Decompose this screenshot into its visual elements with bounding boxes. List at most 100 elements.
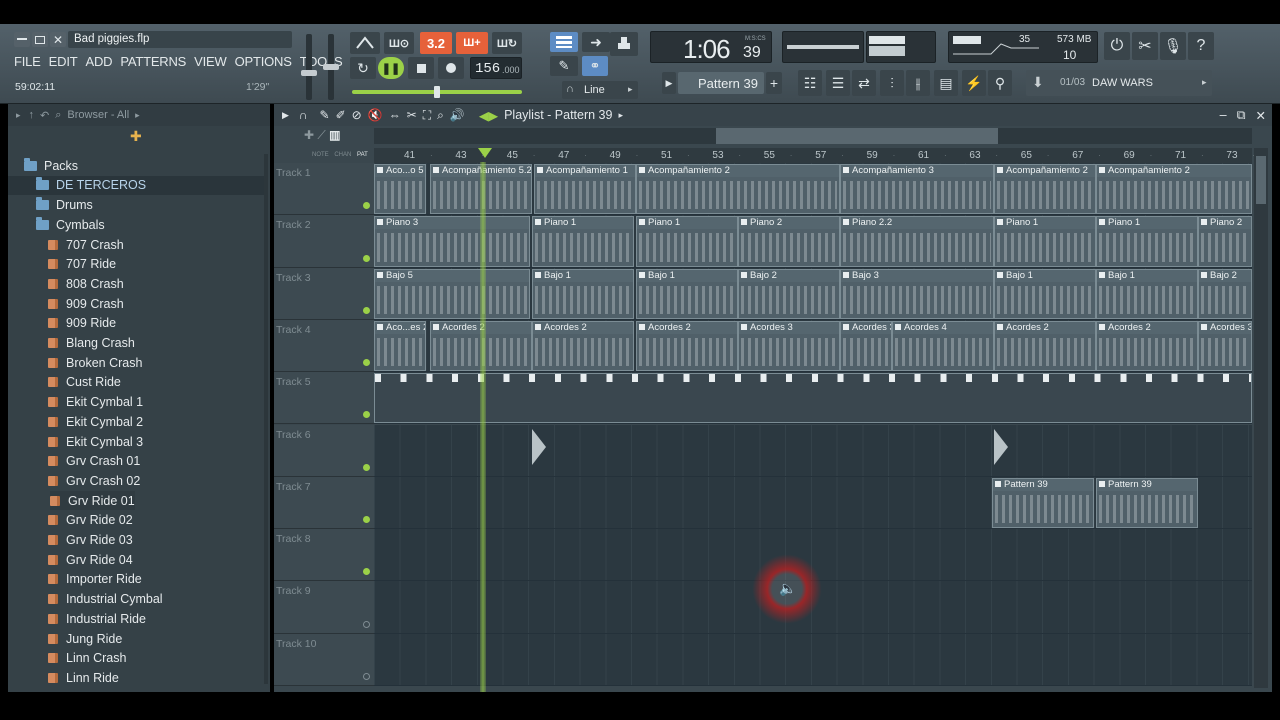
track-enable-led[interactable] xyxy=(363,516,370,524)
pattern-clip[interactable]: Bajo 2 xyxy=(738,268,840,319)
pattern-clip[interactable]: Piano 2 xyxy=(1198,216,1252,267)
delete-icon[interactable]: ⊘ xyxy=(352,108,362,122)
pattern-clip[interactable]: Acordes 2 xyxy=(532,320,634,372)
pattern-clip[interactable]: Acompañamiento 2 xyxy=(636,164,840,215)
metronome-button[interactable] xyxy=(350,32,380,54)
track-header[interactable]: Track 5 xyxy=(274,372,374,425)
tempo-display[interactable]: 156 .000 xyxy=(470,57,522,79)
blend-notes-button[interactable]: Ш+ xyxy=(456,32,488,54)
pattern-prev-button[interactable]: ▶ xyxy=(662,72,676,94)
pattern-clip[interactable]: Acompañamiento 3 xyxy=(840,164,994,215)
pattern-clip[interactable]: Bajo 3 xyxy=(840,268,994,319)
pattern-clip[interactable]: Piano 2.2 xyxy=(840,216,994,267)
link-button[interactable]: ⚭ xyxy=(582,56,608,76)
playlist-arrow-icon[interactable]: ▶ xyxy=(282,110,289,121)
track-enable-led[interactable] xyxy=(363,254,370,262)
track-enable-led[interactable] xyxy=(363,411,370,419)
track-enable-led[interactable] xyxy=(363,306,370,314)
pattern-clip[interactable]: Acordes 4 xyxy=(892,320,994,372)
equalizer-icon[interactable]: ⫲ xyxy=(906,70,930,96)
pattern-clip[interactable]: Pattern 39 xyxy=(992,477,1094,529)
help-icon[interactable]: ? xyxy=(1188,32,1214,60)
browser-file[interactable]: Industrial Ride xyxy=(48,609,146,629)
track-enable-led[interactable] xyxy=(363,463,370,471)
pattern-clip[interactable]: Aco...es 2 xyxy=(374,320,426,372)
pattern-clip[interactable]: Acordes 3 xyxy=(738,320,840,372)
slice-icon[interactable]: ✂ xyxy=(407,108,417,122)
zoom-icon[interactable]: ⌕ xyxy=(437,108,444,123)
browser-file[interactable]: Grv Crash 01 xyxy=(48,452,140,472)
browser-icon[interactable]: ▤ xyxy=(934,70,958,96)
browser-file[interactable]: Grv Ride 03 xyxy=(48,530,133,550)
browser-file[interactable]: Linn Crash xyxy=(48,649,126,669)
pattern-clip[interactable]: Bajo 1 xyxy=(636,268,738,319)
browser-file[interactable]: Linn Ride xyxy=(48,668,119,688)
browser-folder[interactable]: Drums xyxy=(36,195,93,215)
pattern-clip[interactable]: Piano 1 xyxy=(532,216,634,267)
menu-edit[interactable]: EDIT xyxy=(49,54,78,69)
microphone-icon[interactable]: 🎙 xyxy=(1160,32,1186,60)
track-header[interactable]: Track 8 xyxy=(274,529,374,582)
menu-view[interactable]: VIEW xyxy=(194,54,227,69)
menu-patterns[interactable]: PATTERNS xyxy=(120,54,186,69)
close-icon[interactable]: ✕ xyxy=(1256,108,1266,123)
browser-file[interactable]: 707 Ride xyxy=(48,255,116,275)
piano-roll-icon[interactable]: ⇄ xyxy=(852,70,876,96)
track-header[interactable]: Track 3 xyxy=(274,267,374,320)
pattern-clip[interactable]: Bajo 1 xyxy=(994,268,1096,319)
track-header[interactable]: Track 10 xyxy=(274,633,374,686)
pattern-clip[interactable]: Piano 1 xyxy=(636,216,738,267)
browser-file[interactable]: Cust Ride xyxy=(48,373,121,393)
track-enable-led[interactable] xyxy=(363,620,370,628)
main-pitch-slider[interactable] xyxy=(352,86,522,98)
wait-input-button[interactable]: Ш⊙ xyxy=(384,32,414,54)
pattern-clip[interactable]: Bajo 5 xyxy=(374,268,530,319)
pattern-clip[interactable]: Bajo 1 xyxy=(532,268,634,319)
pattern-clip[interactable]: Acompañamiento 2 xyxy=(994,164,1096,215)
speaker-icon[interactable]: 🔊 xyxy=(450,108,465,122)
plugin-icon[interactable]: ⚡ xyxy=(962,70,986,96)
snap-selector[interactable]: ∩ Line ▸ xyxy=(562,81,638,99)
window-menu-button[interactable] xyxy=(14,32,30,47)
track-lane[interactable] xyxy=(374,633,1252,686)
browser-arrow-icon[interactable]: ▸ xyxy=(16,110,21,121)
browser-file[interactable]: 909 Crash xyxy=(48,294,124,314)
browser-back-icon[interactable]: ↶ xyxy=(40,109,49,122)
window-close-button[interactable]: ✕ xyxy=(50,32,66,47)
pattern-clip[interactable]: Acordes 2 xyxy=(1096,320,1198,372)
browser-file[interactable]: Grv Ride 01 xyxy=(50,490,135,511)
arrow-tool-button[interactable]: ➜ xyxy=(582,32,610,52)
browser-scrollbar[interactable] xyxy=(264,154,268,684)
pattern-clip[interactable]: Piano 3 xyxy=(374,216,530,267)
track-lane[interactable] xyxy=(374,424,1252,477)
magnet-icon[interactable]: ∩ xyxy=(299,108,308,122)
browser-file[interactable]: Broken Crash xyxy=(48,353,142,373)
record-button[interactable] xyxy=(438,57,464,79)
play-pattern-icon[interactable]: ◀▶ xyxy=(479,108,498,123)
browser-file[interactable]: Ekit Cymbal 2 xyxy=(48,412,143,432)
time-display[interactable]: 1:06 M:S:CS 39 xyxy=(650,31,772,64)
pattern-clip[interactable]: Acordes 3 xyxy=(840,320,892,372)
browser-file[interactable]: Jung Ride xyxy=(48,629,122,649)
track-enable-led[interactable] xyxy=(363,202,370,210)
playlist-view-button[interactable] xyxy=(550,32,578,52)
pattern-clip[interactable]: Piano 1 xyxy=(1096,216,1198,267)
minimize-icon[interactable]: – xyxy=(1220,108,1227,122)
browser-file[interactable]: Industrial Cymbal xyxy=(48,589,163,609)
playlist-icon[interactable]: ☷ xyxy=(798,70,822,96)
browser-file[interactable]: 707 Crash xyxy=(48,235,124,255)
stop-button[interactable] xyxy=(408,57,434,79)
tempo-tapper-icon[interactable]: ⚲ xyxy=(988,70,1012,96)
menu-options[interactable]: OPTIONS xyxy=(235,54,292,69)
track-enable-led[interactable] xyxy=(363,672,370,680)
browser-up-icon[interactable]: ↑ xyxy=(29,109,35,121)
pause-button[interactable]: ❚❚ xyxy=(378,57,404,79)
pattern-clip[interactable]: Acompañamiento 2 xyxy=(1096,164,1252,215)
browser-star-icon[interactable]: ✚ xyxy=(130,128,142,145)
track-enable-led[interactable] xyxy=(363,359,370,367)
track-header[interactable]: Track 2 xyxy=(274,215,374,268)
countdown-button[interactable]: 3.2 xyxy=(420,32,452,54)
browser-file[interactable]: Grv Ride 02 xyxy=(48,511,133,531)
pattern-clip[interactable]: Piano 2 xyxy=(738,216,840,267)
browser-folder[interactable]: Cymbals xyxy=(36,215,105,235)
